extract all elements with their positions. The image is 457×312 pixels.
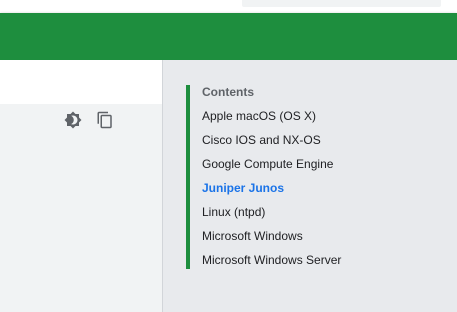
toc-item-microsoft-windows-server[interactable]: Microsoft Windows Server xyxy=(202,248,341,272)
toc-item-linux-ntpd[interactable]: Linux (ntpd) xyxy=(202,200,341,224)
toc-item-juniper-junos[interactable]: Juniper Junos xyxy=(202,176,341,200)
toc-title: Contents xyxy=(202,85,254,99)
table-of-contents: Contents Apple macOS (OS X) Cisco IOS an… xyxy=(202,84,341,272)
code-block xyxy=(0,104,162,312)
search-box[interactable] xyxy=(242,0,441,7)
toc-accent-bar xyxy=(186,85,190,269)
toc-item-google-compute-engine[interactable]: Google Compute Engine xyxy=(202,152,341,176)
toc-item-microsoft-windows[interactable]: Microsoft Windows xyxy=(202,224,341,248)
copy-icon[interactable] xyxy=(96,111,114,129)
toc-item-cisco-ios[interactable]: Cisco IOS and NX-OS xyxy=(202,128,341,152)
toc-item-apple-macos[interactable]: Apple macOS (OS X) xyxy=(202,104,341,128)
header-bar xyxy=(0,13,457,60)
top-bar xyxy=(0,0,457,13)
main-content xyxy=(0,60,162,104)
brightness-icon[interactable] xyxy=(64,111,82,129)
